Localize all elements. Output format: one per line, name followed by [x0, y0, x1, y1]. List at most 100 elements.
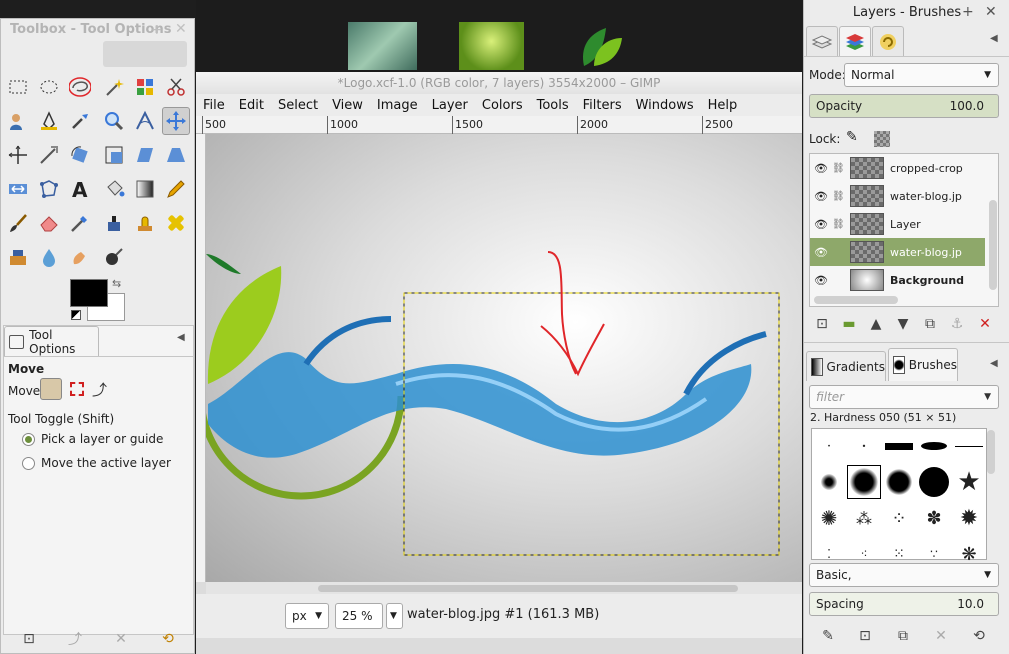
- horizontal-scrollbar[interactable]: [206, 582, 802, 594]
- brush-cell-selected[interactable]: [847, 465, 881, 499]
- brush-cell[interactable]: ✺: [812, 501, 846, 535]
- brush-cell[interactable]: ⁘: [882, 501, 916, 535]
- lock-pixels-icon[interactable]: ✎: [846, 129, 858, 145]
- foreground-select-tool[interactable]: [4, 107, 32, 135]
- chain-icon[interactable]: ⛓: [832, 219, 845, 230]
- brush-cell[interactable]: [917, 429, 951, 463]
- eye-icon[interactable]: 👁: [810, 246, 832, 259]
- free-select-tool[interactable]: [66, 73, 94, 101]
- shear-tool[interactable]: [131, 141, 159, 169]
- brush-cell[interactable]: •: [847, 429, 881, 463]
- duplicate-brush-icon[interactable]: ⧉: [893, 626, 913, 646]
- tab-gradients[interactable]: Gradients: [806, 351, 886, 381]
- configure-tab-icon[interactable]: ◀: [990, 358, 998, 369]
- delete-layer-icon[interactable]: ✕: [975, 314, 995, 334]
- layers-vscrollbar[interactable]: [989, 200, 997, 290]
- tab-layers[interactable]: [806, 26, 838, 56]
- thumbnail-logo[interactable]: [576, 22, 626, 70]
- eye-icon[interactable]: 👁: [810, 162, 832, 175]
- menu-filters[interactable]: Filters: [576, 98, 629, 113]
- eye-icon[interactable]: 👁: [810, 274, 832, 287]
- eye-icon[interactable]: 👁: [810, 190, 832, 203]
- perspective-clone-tool[interactable]: [4, 243, 32, 271]
- image-canvas[interactable]: [206, 134, 802, 582]
- layer-name[interactable]: Background: [890, 274, 964, 287]
- lower-layer-icon[interactable]: ▼: [893, 314, 913, 334]
- refresh-brushes-icon[interactable]: ⟲: [969, 626, 989, 646]
- move-tool[interactable]: [162, 107, 190, 135]
- layer-row[interactable]: 👁 Background: [810, 266, 985, 294]
- layer-row-selected[interactable]: 👁 water-blog.jp: [810, 238, 985, 266]
- brush-cell[interactable]: [917, 465, 951, 499]
- tab-undo-history[interactable]: [872, 26, 904, 56]
- perspective-tool[interactable]: [162, 141, 190, 169]
- default-colors-icon[interactable]: [71, 310, 81, 320]
- new-brush-icon[interactable]: ⊡: [855, 626, 875, 646]
- tab-tool-options[interactable]: Tool Options: [4, 326, 99, 356]
- brush-cell[interactable]: ✹: [952, 501, 986, 535]
- configure-tab-icon[interactable]: ◀: [177, 332, 185, 343]
- ellipse-select-tool[interactable]: [35, 73, 63, 101]
- bucket-fill-tool[interactable]: [100, 175, 128, 203]
- menu-tools[interactable]: Tools: [530, 98, 576, 113]
- menu-windows[interactable]: Windows: [629, 98, 701, 113]
- horizontal-ruler[interactable]: 500 1000 1500 2000 2500: [196, 116, 802, 134]
- restore-options-icon[interactable]: ⤴: [65, 629, 85, 649]
- spacing-slider[interactable]: Spacing 10.0: [809, 592, 999, 616]
- airbrush-tool[interactable]: [66, 209, 94, 237]
- layer-row[interactable]: 👁 ⛓ water-blog.jp: [810, 182, 985, 210]
- opacity-slider[interactable]: Opacity 100.0: [809, 94, 999, 118]
- menu-view[interactable]: View: [325, 98, 370, 113]
- new-layer-icon[interactable]: ⊡: [812, 314, 832, 334]
- edit-brush-icon[interactable]: ✎: [818, 626, 838, 646]
- measure-tool[interactable]: [131, 107, 159, 135]
- brush-cell[interactable]: [952, 429, 986, 463]
- alignment-tool[interactable]: [4, 141, 32, 169]
- menu-edit[interactable]: Edit: [232, 98, 271, 113]
- heal-tool[interactable]: [162, 209, 190, 237]
- option-move-active[interactable]: Move the active layer: [22, 456, 171, 470]
- fuzzy-select-tool[interactable]: [100, 73, 128, 101]
- layer-row[interactable]: 👁 ⛓ cropped-crop: [810, 154, 985, 182]
- menu-image[interactable]: Image: [370, 98, 425, 113]
- ink-tool[interactable]: [100, 209, 128, 237]
- move-path-button[interactable]: ⤴: [92, 379, 107, 400]
- zoom-dropdown-button[interactable]: ▼: [386, 603, 403, 629]
- blur-sharpen-tool[interactable]: [35, 243, 63, 271]
- anchor-layer-icon[interactable]: ⚓: [947, 314, 967, 334]
- layer-name[interactable]: Layer: [890, 218, 921, 231]
- tab-channels[interactable]: [839, 26, 871, 56]
- color-picker-tool[interactable]: [66, 107, 94, 135]
- configure-tab-icon[interactable]: ◀: [990, 33, 998, 44]
- chain-icon[interactable]: ⛓: [832, 163, 845, 174]
- delete-options-icon[interactable]: ✕: [111, 629, 131, 649]
- thumbnail-leaf-drops[interactable]: [459, 22, 524, 70]
- brush-cell[interactable]: [812, 465, 846, 499]
- menu-layer[interactable]: Layer: [425, 98, 475, 113]
- zoom-field[interactable]: 25 %: [335, 603, 383, 629]
- pin-icon[interactable]: +: [962, 4, 974, 20]
- rotate-tool[interactable]: [66, 141, 94, 169]
- brush-cell[interactable]: [882, 465, 916, 499]
- blend-tool[interactable]: [131, 175, 159, 203]
- option-pick-layer[interactable]: Pick a layer or guide: [22, 432, 163, 446]
- rect-select-tool[interactable]: [4, 73, 32, 101]
- eye-icon[interactable]: 👁: [810, 218, 832, 231]
- layer-name[interactable]: cropped-crop: [890, 162, 963, 175]
- menu-file[interactable]: File: [196, 98, 232, 113]
- pencil-tool[interactable]: [162, 175, 190, 203]
- new-layer-group-icon[interactable]: ▬: [839, 314, 859, 334]
- mode-select[interactable]: Normal ▼: [844, 63, 999, 87]
- dodge-burn-tool[interactable]: [100, 243, 128, 271]
- cage-transform-tool[interactable]: [35, 175, 63, 203]
- vertical-ruler[interactable]: [196, 134, 206, 582]
- unit-select[interactable]: px ▼: [285, 603, 329, 629]
- brush-cell[interactable]: •: [812, 429, 846, 463]
- layer-name[interactable]: water-blog.jp: [890, 190, 962, 203]
- clone-tool[interactable]: [131, 209, 159, 237]
- brush-preset-select[interactable]: Basic, ▼: [809, 563, 999, 587]
- reset-options-icon[interactable]: ⟲: [158, 629, 178, 649]
- eraser-tool[interactable]: [35, 209, 63, 237]
- close-icon[interactable]: ✕: [985, 4, 997, 20]
- crop-tool[interactable]: [35, 141, 63, 169]
